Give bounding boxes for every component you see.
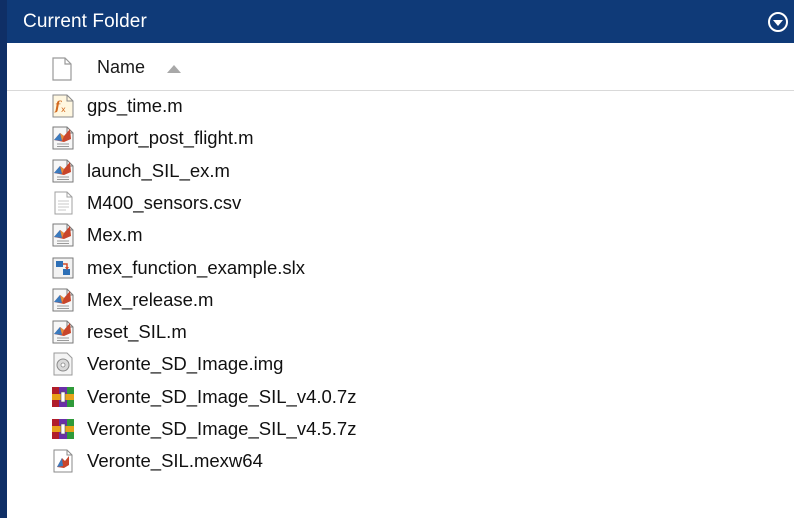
file-name[interactable]: Veronte_SD_Image_SIL_v4.5.7z	[87, 418, 356, 440]
file-row[interactable]: launch_SIL_ex.m	[7, 156, 794, 188]
matlab-script-icon	[50, 222, 76, 248]
file-row[interactable]: Veronte_SD_Image.img	[7, 349, 794, 381]
file-name[interactable]: launch_SIL_ex.m	[87, 160, 230, 182]
disk-image-icon	[50, 351, 76, 377]
file-row[interactable]: Veronte_SIL.mexw64	[7, 446, 794, 478]
circle-chevron-down-icon	[773, 20, 783, 26]
svg-text:x: x	[61, 105, 66, 114]
file-row[interactable]: Mex.m	[7, 220, 794, 252]
file-row[interactable]: Veronte_SD_Image_SIL_v4.5.7z	[7, 414, 794, 446]
file-name[interactable]: Veronte_SIL.mexw64	[87, 450, 263, 472]
simulink-model-icon	[50, 255, 76, 281]
file-row[interactable]: import_post_flight.m	[7, 123, 794, 155]
archive-icon	[50, 384, 76, 410]
file-name[interactable]: gps_time.m	[87, 95, 183, 117]
file-type-column-icon	[52, 57, 72, 81]
name-column-header[interactable]: Name	[97, 57, 145, 78]
matlab-script-icon	[50, 287, 76, 313]
file-name[interactable]: Veronte_SD_Image_SIL_v4.0.7z	[87, 386, 356, 408]
sort-ascending-icon[interactable]	[167, 65, 181, 73]
file-name[interactable]: mex_function_example.slx	[87, 257, 305, 279]
function-file-icon: fx	[50, 93, 76, 119]
matlab-script-icon	[50, 125, 76, 151]
file-row[interactable]: f x gps_time.m	[7, 91, 794, 123]
file-name[interactable]: reset_SIL.m	[87, 321, 187, 343]
file-row[interactable]: mex_function_example.slx	[7, 253, 794, 285]
matlab-script-icon	[50, 319, 76, 345]
file-row[interactable]: reset_SIL.m	[7, 317, 794, 349]
matlab-script-icon	[50, 158, 76, 184]
column-header-row[interactable]: Name	[7, 43, 794, 91]
panel-title-bar: Current Folder	[7, 0, 794, 43]
file-name[interactable]: Mex_release.m	[87, 289, 213, 311]
panel-title: Current Folder	[23, 11, 147, 32]
file-name[interactable]: Veronte_SD_Image.img	[87, 353, 283, 375]
file-name[interactable]: M400_sensors.csv	[87, 192, 241, 214]
file-name[interactable]: import_post_flight.m	[87, 127, 254, 149]
panel-actions-button[interactable]	[768, 12, 788, 32]
file-name[interactable]: Mex.m	[87, 224, 143, 246]
current-folder-panel: Current Folder Name f x gps_time.m import_p…	[0, 0, 794, 518]
file-row[interactable]: Mex_release.m	[7, 285, 794, 317]
archive-icon	[50, 416, 76, 442]
text-file-icon	[50, 190, 76, 216]
mex-file-icon	[50, 448, 76, 474]
file-row[interactable]: Veronte_SD_Image_SIL_v4.0.7z	[7, 382, 794, 414]
file-row[interactable]: M400_sensors.csv	[7, 188, 794, 220]
panel-left-border	[0, 0, 7, 518]
